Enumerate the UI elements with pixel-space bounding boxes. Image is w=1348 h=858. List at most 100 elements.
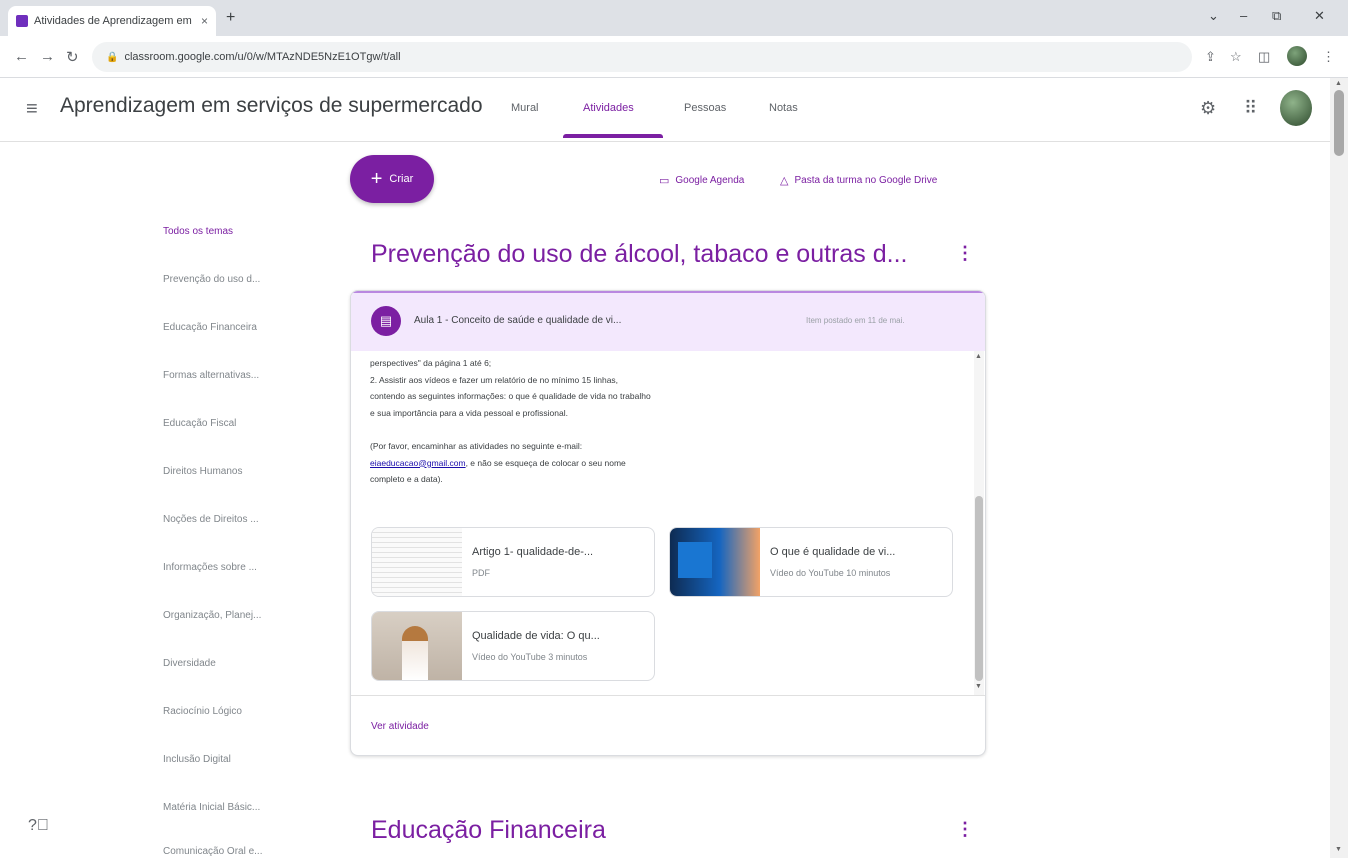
description-line: perspectives" da página 1 até 6; xyxy=(370,358,492,368)
description-line: (Por favor, encaminhar as atividades no … xyxy=(370,440,583,451)
section-more-icon[interactable]: ⋮ xyxy=(956,243,974,264)
topic-item[interactable]: Comunicação Oral e... xyxy=(163,846,263,857)
browser-tab-strip: Atividades de Aprendizagem em × + ⌄ – ⧉ … xyxy=(0,0,1348,36)
assignment-header[interactable]: ▤ Aula 1 - Conceito de saúde e qualidade… xyxy=(351,291,985,351)
topic-item[interactable]: Raciocínio Lógico xyxy=(163,706,242,717)
scroll-up-arrow-icon[interactable]: ▲ xyxy=(1335,80,1342,87)
page-scrollbar-thumb[interactable] xyxy=(1334,90,1344,156)
attachment-title: Qualidade de vida: O qu... xyxy=(472,630,600,642)
topic-item[interactable]: Direitos Humanos xyxy=(163,466,242,477)
section-title: Educação Financeira xyxy=(371,816,606,844)
browser-profile-avatar[interactable] xyxy=(1287,46,1307,66)
bookmark-star-icon[interactable]: ☆ xyxy=(1230,49,1242,65)
active-tab-indicator xyxy=(563,134,663,138)
browser-tab[interactable]: Atividades de Aprendizagem em × xyxy=(8,6,216,36)
browser-menu-icon[interactable]: ⋮ xyxy=(1322,49,1335,65)
description-scroll-down-icon[interactable]: ▼ xyxy=(975,683,982,690)
share-icon[interactable]: ⇪ xyxy=(1205,49,1216,65)
scroll-down-arrow-icon[interactable]: ▼ xyxy=(1335,846,1342,853)
forward-icon[interactable]: → xyxy=(40,48,55,65)
description-line: 2. Assistir aos vídeos e fazer um relató… xyxy=(370,374,619,385)
address-bar: ← → ↻ 🔒 classroom.google.com/u/0/w/MTAzN… xyxy=(0,36,1348,78)
drive-folder-label: Pasta da turma no Google Drive xyxy=(794,175,938,186)
description-line: e sua importância para a vida pessoal e … xyxy=(370,407,568,418)
description-line: completo e a data). xyxy=(370,474,443,485)
video-presenter xyxy=(402,626,428,680)
course-title[interactable]: Aprendizagem em serviços de supermercado xyxy=(60,94,483,118)
calendar-icon: ▭ xyxy=(659,175,670,187)
reload-icon[interactable]: ↻ xyxy=(66,48,79,66)
lock-icon: 🔒 xyxy=(106,51,119,63)
assignment-description: perspectives" da página 1 até 6; 2. Assi… xyxy=(370,355,960,488)
browser-tab-title: Atividades de Aprendizagem em xyxy=(34,15,192,27)
view-assignment-link[interactable]: Ver atividade xyxy=(371,721,429,732)
tab-search-icon[interactable]: ⌄ xyxy=(1208,8,1219,24)
description-line: contendo as seguintes informações: o que… xyxy=(370,391,651,402)
card-divider xyxy=(351,695,985,696)
attachment-pdf[interactable]: Artigo 1- qualidade-de-... PDF xyxy=(371,527,655,597)
tab-notas[interactable]: Notas xyxy=(769,102,798,114)
description-scrollbar-thumb[interactable] xyxy=(975,496,983,681)
email-suffix: , e não se esqueça de colocar o seu nome xyxy=(465,457,626,468)
drive-folder-link[interactable]: △ Pasta da turma no Google Drive xyxy=(780,174,937,187)
attachment-type: Vídeo do YouTube 3 minutos xyxy=(472,652,588,662)
video-thumbnail xyxy=(670,528,760,596)
attachment-type: PDF xyxy=(472,568,490,578)
topic-item[interactable]: Organização, Planej... xyxy=(163,610,261,621)
tab-mural[interactable]: Mural xyxy=(511,102,539,114)
description-scrollbar[interactable]: ▲ ▼ xyxy=(972,351,985,695)
new-tab-icon[interactable]: + xyxy=(226,9,235,27)
url-text: classroom.google.com/u/0/w/MTAzNDE5NzE1O… xyxy=(124,51,401,63)
back-icon[interactable]: ← xyxy=(14,48,29,65)
classroom-favicon-icon xyxy=(16,15,28,27)
create-label: Criar xyxy=(389,173,414,185)
description-email-line: eiaeducacao@gmail.com, e não se esqueça … xyxy=(370,455,960,472)
assignment-title: Aula 1 - Conceito de saúde e qualidade d… xyxy=(414,315,622,326)
sidepanel-icon[interactable]: ◫ xyxy=(1258,49,1270,65)
page-scrollbar[interactable]: ▲ ▼ xyxy=(1330,78,1348,858)
description-scroll-up-icon[interactable]: ▲ xyxy=(975,353,982,360)
drive-icon: △ xyxy=(780,175,789,187)
create-button[interactable]: + Criar xyxy=(350,155,434,203)
user-avatar[interactable] xyxy=(1280,90,1312,126)
email-link[interactable]: eiaeducacao@gmail.com xyxy=(370,458,466,468)
topic-item[interactable]: Formas alternativas... xyxy=(163,370,259,381)
topic-item[interactable]: Matéria Inicial Básic... xyxy=(163,802,260,813)
topic-item[interactable]: Inclusão Digital xyxy=(163,754,231,765)
help-icon[interactable]: ?⃝ xyxy=(28,817,49,835)
topic-item[interactable]: Educação Financeira xyxy=(163,322,257,333)
plus-icon: + xyxy=(370,168,383,190)
topic-item-all[interactable]: Todos os temas xyxy=(163,226,233,237)
topic-item[interactable]: Prevenção do uso d... xyxy=(163,274,260,285)
main-menu-icon[interactable]: ≡ xyxy=(26,98,38,121)
close-window-icon[interactable]: ✕ xyxy=(1314,8,1325,24)
google-apps-icon[interactable]: ⠿ xyxy=(1244,98,1257,119)
attachment-video[interactable]: O que é qualidade de vi... Vídeo do YouT… xyxy=(669,527,953,597)
maximize-icon[interactable]: ⧉ xyxy=(1272,8,1281,24)
minimize-icon[interactable]: – xyxy=(1240,8,1247,23)
url-input[interactable]: 🔒 classroom.google.com/u/0/w/MTAzNDE5NzE… xyxy=(92,42,1192,72)
video-thumbnail-panel xyxy=(678,542,712,578)
topic-item[interactable]: Noções de Direitos ... xyxy=(163,514,259,525)
section-title: Prevenção do uso de álcool, tabaco e out… xyxy=(371,240,908,268)
google-calendar-link[interactable]: ▭ Google Agenda xyxy=(659,174,744,187)
video-thumbnail xyxy=(372,612,462,680)
tab-pessoas[interactable]: Pessoas xyxy=(684,102,726,114)
attachment-type: Vídeo do YouTube 10 minutos xyxy=(770,568,891,578)
classroom-header: ≡ Aprendizagem em serviços de supermerca… xyxy=(0,78,1330,142)
tab-atividades[interactable]: Atividades xyxy=(583,102,634,114)
google-calendar-label: Google Agenda xyxy=(675,175,745,186)
attachment-title: Artigo 1- qualidade-de-... xyxy=(472,546,594,558)
pdf-thumbnail xyxy=(372,528,462,596)
section-more-icon[interactable]: ⋮ xyxy=(956,819,974,840)
assignment-icon: ▤ xyxy=(371,306,401,336)
tab-close-icon[interactable]: × xyxy=(201,14,208,28)
topic-item[interactable]: Educação Fiscal xyxy=(163,418,236,429)
assignment-card: ▤ Aula 1 - Conceito de saúde e qualidade… xyxy=(350,290,986,756)
attachment-title: O que é qualidade de vi... xyxy=(770,546,896,558)
topic-item[interactable]: Diversidade xyxy=(163,658,216,669)
settings-gear-icon[interactable]: ⚙ xyxy=(1200,98,1216,119)
topic-item[interactable]: Informações sobre ... xyxy=(163,562,257,573)
attachment-video[interactable]: Qualidade de vida: O qu... Vídeo do YouT… xyxy=(371,611,655,681)
